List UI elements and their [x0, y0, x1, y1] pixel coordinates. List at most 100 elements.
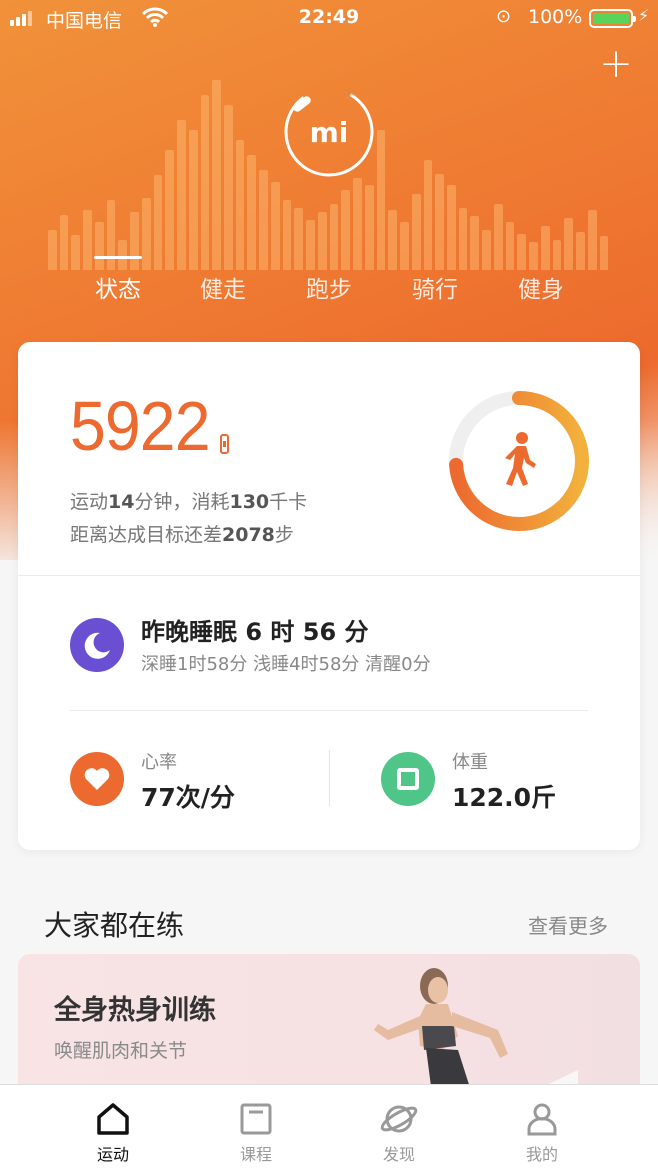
tab-ride[interactable]: 骑行 [385, 270, 485, 304]
tab-fitness[interactable]: 健身 [491, 270, 591, 304]
tab-bar-label: 课程 [239, 1145, 272, 1164]
tab-bar-item-sport[interactable]: 运动 [63, 1085, 163, 1170]
history-bar [83, 210, 92, 270]
card-divider-2 [70, 710, 588, 711]
heart-icon [70, 752, 124, 806]
history-bar [400, 222, 409, 270]
tab-bar-label: 运动 [96, 1145, 129, 1164]
sleep-detail: 深睡1时58分 浅睡4时58分 清醒0分 [141, 654, 431, 675]
promo-subtitle: 唤醒肌肉和关节 [54, 1040, 188, 1062]
profile-icon [527, 1103, 557, 1136]
charging-icon: ⚡ [638, 6, 650, 25]
history-bar [177, 120, 186, 270]
runner-image [374, 968, 578, 1094]
history-bar [153, 175, 163, 270]
exercise-suffix: 千卡 [269, 491, 308, 513]
history-bar [376, 130, 386, 270]
summary-card[interactable]: 5922 运动14分钟，消耗130千卡 距离达成目标还差2078步 z 昨晚睡眠… [18, 342, 640, 850]
history-bar [364, 185, 374, 270]
tab-bar-label: 我的 [525, 1145, 558, 1164]
history-bar [587, 210, 597, 270]
exercise-summary: 运动14分钟，消耗130千卡 [70, 487, 307, 514]
add-button[interactable]: + [596, 44, 636, 84]
history-bar [130, 212, 139, 270]
history-bar [458, 208, 468, 270]
tab-bar-item-course[interactable]: 课程 [206, 1085, 306, 1170]
tab-run[interactable]: 跑步 [279, 270, 379, 304]
heart-rate-label: 心率 [141, 752, 177, 773]
history-bar [599, 236, 609, 270]
history-bar [247, 155, 257, 270]
goal-suffix: 步 [274, 524, 294, 546]
history-bar [106, 200, 116, 270]
workout-promo-card[interactable]: 全身热身训练 唤醒肌肉和关节 [18, 954, 640, 1094]
history-bar [200, 95, 210, 270]
history-bar [470, 216, 480, 270]
card-divider [18, 575, 640, 576]
exercise-minutes: 14 [108, 491, 135, 513]
battery-percent: 100% [528, 6, 583, 28]
course-icon [240, 1103, 272, 1135]
sleep-icon: z [70, 618, 124, 672]
history-bar [353, 178, 362, 270]
history-bar [517, 234, 527, 270]
svg-text:z: z [102, 638, 108, 649]
history-bar [94, 222, 104, 270]
goal-prefix: 距离达成目标还差 [70, 524, 223, 546]
history-bar [493, 204, 503, 270]
history-bar [118, 240, 128, 270]
history-bar [388, 210, 398, 270]
exercise-mid: 分钟，消耗 [134, 491, 230, 513]
history-bar [317, 212, 327, 270]
exercise-kcal: 130 [229, 491, 270, 513]
activity-tabs: 状态 健走 跑步 骑行 健身 [0, 270, 658, 310]
status-bar: 中国电信 22:49 ⊙ 100% ⚡ [0, 0, 658, 36]
mi-logo[interactable]: mi [283, 86, 375, 178]
history-bar [48, 230, 57, 270]
metric-divider [329, 750, 330, 806]
tab-status[interactable]: 状态 [68, 270, 168, 304]
history-bar [141, 198, 151, 270]
step-count: 5922 [70, 387, 211, 465]
rotation-lock-icon: ⊙ [496, 6, 512, 27]
history-bar [505, 222, 515, 270]
history-bar [529, 242, 538, 270]
bottom-tab-bar: 运动 课程 发现 我的 [0, 1084, 658, 1170]
tab-bar-label: 发现 [382, 1145, 415, 1164]
heart-rate-value[interactable]: 77次/分 [141, 778, 235, 814]
active-tab-indicator [94, 256, 142, 259]
battery-icon [589, 9, 636, 28]
history-bar [259, 170, 268, 270]
history-bar [71, 235, 81, 270]
history-bar [446, 185, 456, 270]
history-bar [212, 80, 222, 270]
history-bar [540, 226, 550, 270]
history-bar [294, 208, 304, 270]
history-bar [188, 130, 198, 270]
history-bar [329, 204, 339, 270]
tab-walk[interactable]: 健走 [173, 270, 273, 304]
history-bar [341, 190, 351, 270]
history-bar [435, 174, 444, 270]
history-bar [224, 105, 233, 270]
history-bar [59, 215, 69, 270]
scale-icon [381, 752, 435, 806]
history-bar [576, 232, 585, 270]
history-bar [423, 160, 433, 270]
sleep-title[interactable]: 昨晚睡眠 6 时 56 分 [141, 612, 369, 647]
tab-bar-item-profile[interactable]: 我的 [492, 1085, 592, 1170]
goal-remaining: 距离达成目标还差2078步 [70, 520, 294, 547]
planet-icon [380, 1105, 418, 1133]
weight-label: 体重 [452, 752, 488, 773]
section-title: 大家都在练 [44, 909, 185, 942]
history-bar [411, 194, 421, 270]
history-bar [552, 240, 562, 270]
band-icon [220, 434, 229, 454]
tab-bar-item-discover[interactable]: 发现 [349, 1085, 449, 1170]
history-bar [306, 220, 315, 270]
see-more-link[interactable]: 查看更多 [528, 910, 608, 939]
step-goal-ring[interactable] [446, 388, 592, 534]
history-bar [564, 218, 574, 270]
weight-value[interactable]: 122.0斤 [452, 778, 556, 814]
history-bar [165, 150, 175, 270]
